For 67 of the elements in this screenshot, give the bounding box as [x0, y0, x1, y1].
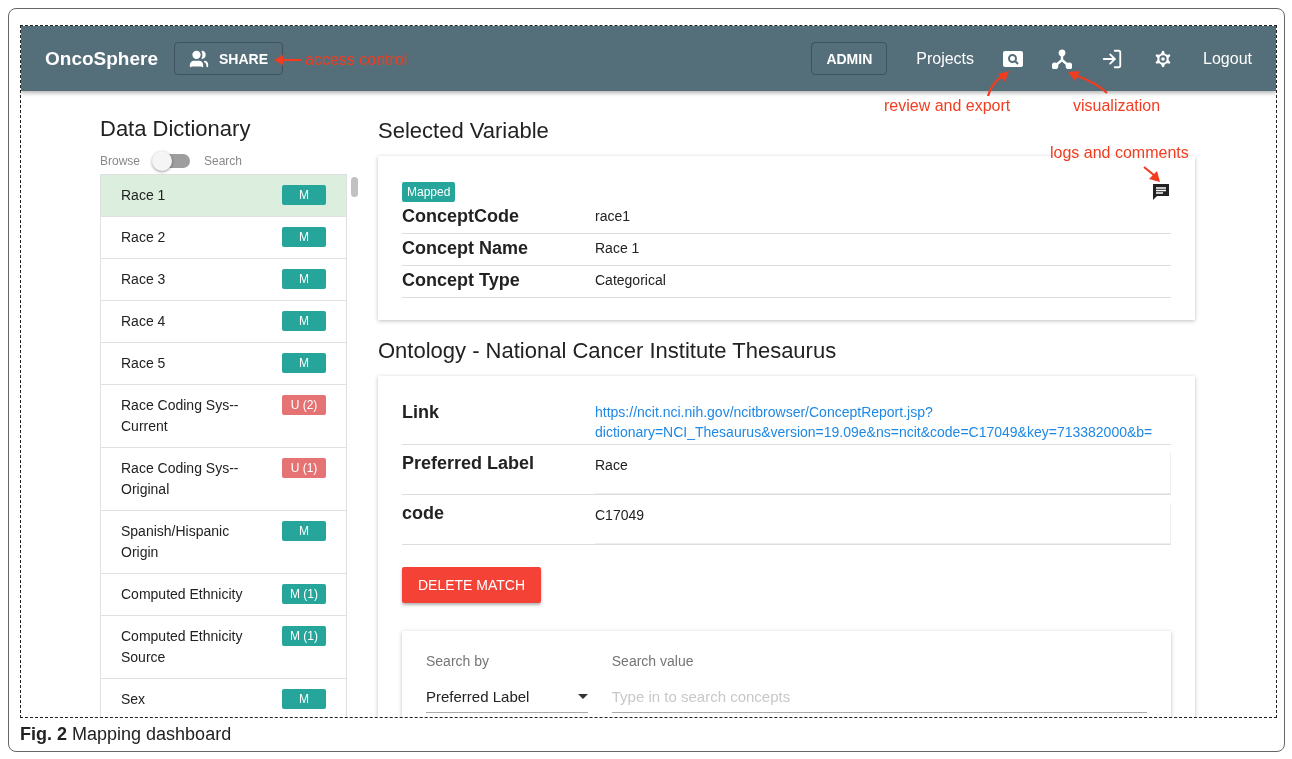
concept-link[interactable]: https://ncit.nci.nih.gov/ncitbrowser/ConceptReport.jsp?dictionary=NCI_Thesaurus&version=19.09e&ns=ncit&code=C17049&key=713382000&b= — [595, 402, 1171, 442]
status-badge: M (1) — [282, 626, 326, 646]
toggle-label: Search — [204, 154, 243, 168]
toggle-label: Browse — [100, 154, 140, 168]
status-badge: M — [282, 521, 326, 541]
search-by-dropdown[interactable]: Preferred Label — [426, 681, 588, 713]
field-label: Preferred Label — [402, 453, 536, 474]
annotation-arrow — [986, 71, 1009, 97]
status-badge: M — [282, 311, 326, 331]
value-field: C17049 — [595, 503, 1171, 544]
caret-icon — [577, 693, 588, 700]
annotation-text: visualization — [1073, 97, 1161, 115]
status-badge: M — [282, 227, 326, 247]
search-icon[interactable] — [1003, 50, 1024, 67]
status-badge: M (1) — [282, 584, 326, 604]
section-title: Ontology - National Cancer Institute Thesaurus — [378, 338, 838, 364]
field-label: Search by — [426, 653, 491, 669]
annotation-text: review and export — [884, 97, 1011, 115]
delete-match-button[interactable]: DELETE MATCH — [402, 567, 542, 603]
network-icon[interactable] — [1052, 48, 1073, 69]
logout-link[interactable]: Logout — [1203, 49, 1252, 68]
field-label: Link — [402, 402, 440, 423]
app-brand[interactable]: OncoSphere — [45, 47, 158, 70]
section-title: Data Dictionary — [100, 116, 252, 142]
variable-name: Race 3 — [121, 270, 167, 289]
variable-name: Computed Ethnicity — [121, 585, 244, 604]
annotation-text: access control — [305, 51, 408, 69]
value-field: Race — [595, 453, 1171, 494]
people-icon — [189, 48, 209, 69]
variable-name: Race 5 — [121, 354, 167, 373]
field-value: Race 1 — [595, 239, 640, 256]
annotation-arrow — [1143, 166, 1160, 182]
status-tag: Mapped — [402, 182, 456, 202]
variable-name: Computed Ethnicity Source — [121, 627, 244, 667]
browse-search-switch[interactable] — [154, 154, 190, 168]
status-badge: U (2) — [282, 395, 326, 415]
status-badge: M — [282, 689, 326, 709]
variable-name: Race 4 — [121, 312, 167, 331]
variable-name: Race 1 — [121, 186, 167, 205]
variable-name: Race Coding Sys--Original — [121, 459, 240, 499]
share-button[interactable]: SHARE — [174, 42, 283, 75]
variable-name: Sex — [121, 690, 147, 709]
field-label: Concept Type — [402, 270, 521, 291]
projects-link[interactable]: Projects — [916, 49, 975, 68]
annotation-arrow — [1068, 71, 1108, 94]
variable-name: Spanish/Hispanic Origin — [121, 522, 231, 562]
comment-icon[interactable] — [1151, 182, 1171, 202]
field-value: Categorical — [595, 271, 666, 288]
variable-name: Race Coding Sys--Current — [121, 396, 240, 436]
annotation-text: logs and comments — [1050, 144, 1189, 162]
field-label: ConceptCode — [402, 206, 520, 227]
status-badge: M — [282, 353, 326, 373]
login-icon[interactable] — [1101, 47, 1124, 70]
status-badge: U (1) — [282, 458, 326, 478]
field-label: Concept Name — [402, 238, 530, 259]
field-label: Search value — [611, 653, 695, 669]
status-badge: M — [282, 269, 326, 289]
status-badge: M — [282, 185, 326, 205]
variable-list-item[interactable]: Race 1 M — [101, 175, 346, 217]
annotation-arrow — [274, 55, 301, 65]
field-label: code — [402, 503, 445, 524]
section-title: Selected Variable — [378, 118, 550, 144]
figure-caption: Fig. 2 Mapping dashboard — [20, 724, 233, 745]
scrollbar-thumb[interactable] — [351, 177, 358, 197]
field-value: race1 — [595, 207, 631, 224]
variable-name: Race 2 — [121, 228, 167, 247]
admin-button[interactable]: ADMIN — [811, 42, 888, 75]
